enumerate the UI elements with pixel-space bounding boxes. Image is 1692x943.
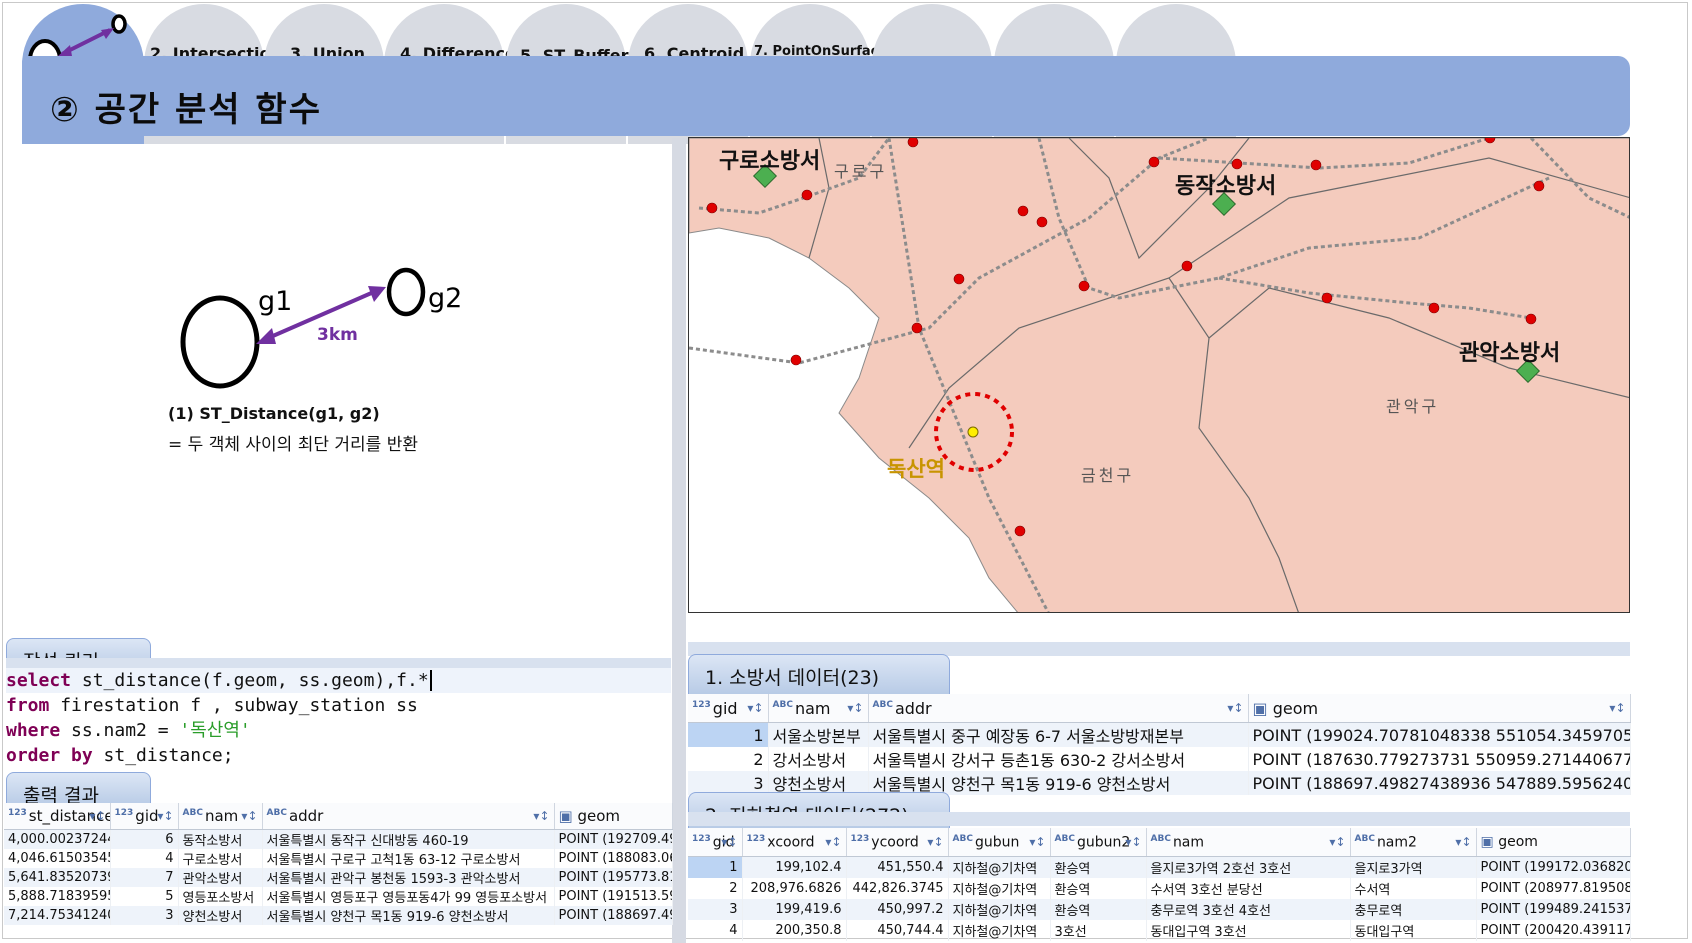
- table-row[interactable]: 1 199,102.4 451,550.4 지하철@기차역 환승역 을지로3가역 2호선 …: [688, 856, 1631, 878]
- column-header[interactable]: ABC addr ▾↕: [262, 803, 555, 830]
- distance-label: 3km: [317, 325, 358, 345]
- table-row[interactable]: 4,046.61503545654구로소방서서울특별시 구로구 고척1동 63-…: [4, 849, 673, 868]
- sort-icon[interactable]: ▾↕: [927, 835, 943, 849]
- sort-icon[interactable]: ▾↕: [1609, 701, 1625, 715]
- table-row[interactable]: 1 서울소방본부 서울특별시 중구 예장동 6-7 서울소방방재본부 POINT (1…: [688, 722, 1631, 747]
- geometry-icon: ▣: [1252, 698, 1273, 718]
- table-row[interactable]: 3 199,419.6 450,997.2 지하철@기차역 환승역 충무로역 3호선 4호…: [688, 899, 1631, 920]
- label-guro-fire: 구로소방서: [719, 149, 820, 174]
- column-header[interactable]: 123 gid ▾↕: [688, 828, 743, 857]
- column-header[interactable]: ▣ geom: [1476, 828, 1631, 857]
- column-header[interactable]: ABC addr ▾↕: [868, 694, 1249, 723]
- column-header[interactable]: ABC gubun2 ▾↕: [1050, 828, 1147, 857]
- column-header[interactable]: ABC gubun ▾↕: [948, 828, 1051, 857]
- caption-description: = 두 객체 사이의 최단 거리를 반환: [168, 435, 418, 455]
- page-title: ② 공간 분석 함수: [50, 90, 322, 130]
- label-guro-gu: 구로구: [834, 162, 887, 181]
- table-row[interactable]: 5,888.7183959545영등포소방서서울특별시 영등포구 영등포동4가 …: [4, 887, 673, 906]
- map-svg: 구로소방서 구로구 동작소방서 관악소방서 관악구 금천구 독산역: [689, 138, 1629, 612]
- g2-label: g2: [428, 283, 462, 314]
- sql-line: from firestation f , subway_station ss: [6, 695, 418, 716]
- column-header[interactable]: ABC nam ▾↕: [178, 803, 263, 830]
- subway-station-table[interactable]: 123 gid ▾↕ 123 xcoord ▾↕ 123 ycoord ▾↕ ABC gubu…: [688, 828, 1631, 941]
- table-row[interactable]: 2 강서소방서 서울특별시 강서구 등촌1동 630-2 강서소방서 POINT (1…: [688, 747, 1631, 771]
- district-area: [689, 138, 1629, 612]
- sql-line: select st_distance(f.geom, ss.geom),f.*: [6, 668, 671, 693]
- label-geumcheon-gu: 금천구: [1081, 466, 1134, 485]
- geometry-icon: ▣: [1480, 834, 1499, 850]
- g2-circle: [386, 267, 426, 317]
- table-row[interactable]: 4,000.00237244496동작소방서서울특별시 동작구 신대방동 460…: [4, 829, 673, 849]
- sort-icon[interactable]: ▾↕: [1029, 835, 1045, 849]
- sort-icon[interactable]: ▾↕: [157, 809, 173, 823]
- column-header[interactable]: 123 st_distance ▾↕: [4, 803, 111, 830]
- column-header[interactable]: ▣ geom ▾↕: [1248, 694, 1631, 723]
- column-header[interactable]: 123 gid ▾↕: [688, 694, 769, 723]
- column-header[interactable]: 123 xcoord ▾↕: [742, 828, 847, 857]
- sort-icon[interactable]: ▾↕: [747, 701, 763, 715]
- table-row[interactable]: 5,641.83520739397관악소방서서울특별시 관악구 봉천동 1593…: [4, 868, 673, 887]
- sort-icon[interactable]: ▾↕: [241, 809, 257, 823]
- fire-panel-tab[interactable]: 1. 소방서 데이터(23): [688, 654, 950, 694]
- sql-editor[interactable]: select st_distance(f.geom, ss.geom),f.* …: [6, 668, 671, 768]
- label-dongjak-fire: 동작소방서: [1175, 174, 1276, 199]
- label-gwanak-gu: 관악구: [1386, 397, 1439, 416]
- caption-title: (1) ST_Distance(g1, g2): [168, 404, 380, 423]
- label-doksan-station: 독산역: [887, 457, 945, 481]
- label-gwanak-fire: 관악소방서: [1459, 341, 1560, 366]
- g1-label: g1: [258, 286, 292, 317]
- geometry-icon: ▣: [558, 807, 578, 825]
- subway-panel-strip: [688, 812, 1630, 826]
- panel-divider: [672, 138, 686, 943]
- sort-icon[interactable]: ▾↕: [1227, 701, 1243, 715]
- column-header[interactable]: 123 ycoord ▾↕: [846, 828, 949, 857]
- map-view[interactable]: 구로소방서 구로구 동작소방서 관악소방서 관악구 금천구 독산역: [688, 137, 1630, 613]
- sort-icon[interactable]: ▾↕: [825, 835, 841, 849]
- table-row[interactable]: 2 208,976.6826 442,826.3745 지하철@기차역 환승역 수서역 3…: [688, 878, 1631, 899]
- result-table[interactable]: 123 st_distance ▾↕ 123 gid ▾↕ ABC nam ▾↕ ABC ad…: [4, 803, 673, 925]
- table-row[interactable]: 7,214.75341240663양천소방서서울특별시 양천구 목1동 919-…: [4, 906, 673, 925]
- sort-icon[interactable]: ▾↕: [847, 701, 863, 715]
- sql-line: order by st_distance;: [6, 745, 234, 766]
- doksan-marker: [967, 426, 979, 438]
- g1-circle: [180, 295, 260, 389]
- table-row[interactable]: 4 200,350.8 450,744.4 지하철@기차역 3호선 동대입구역 3호선 동대…: [688, 920, 1631, 941]
- column-header[interactable]: ABC nam ▾↕: [768, 694, 869, 723]
- sort-icon[interactable]: ▾↕: [533, 809, 549, 823]
- column-header[interactable]: ABC nam2 ▾↕: [1350, 828, 1477, 857]
- sql-line: where ss.nam2 = '독산역': [6, 720, 251, 741]
- fire-station-table[interactable]: 123 gid ▾↕ ABC nam ▾↕ ABC addr ▾↕ ▣ geom ▾↕ 1 서울…: [688, 694, 1631, 795]
- distance-icon: [28, 14, 127, 64]
- sort-icon[interactable]: ▾↕: [1329, 835, 1345, 849]
- distance-diagram: g1 g2 3km: [180, 267, 462, 389]
- column-header[interactable]: ▣ geom: [554, 803, 673, 830]
- sort-icon[interactable]: ▾↕: [1125, 835, 1141, 849]
- query-panel-strip: [6, 658, 671, 668]
- result-panel-tab[interactable]: 출력 결과: [6, 772, 151, 807]
- column-header[interactable]: ABC nam ▾↕: [1146, 828, 1351, 857]
- sort-icon[interactable]: ▾↕: [1455, 835, 1471, 849]
- column-header[interactable]: 123 gid ▾↕: [110, 803, 179, 830]
- sort-icon[interactable]: ▾↕: [721, 835, 737, 849]
- sort-icon[interactable]: ▾↕: [89, 809, 105, 823]
